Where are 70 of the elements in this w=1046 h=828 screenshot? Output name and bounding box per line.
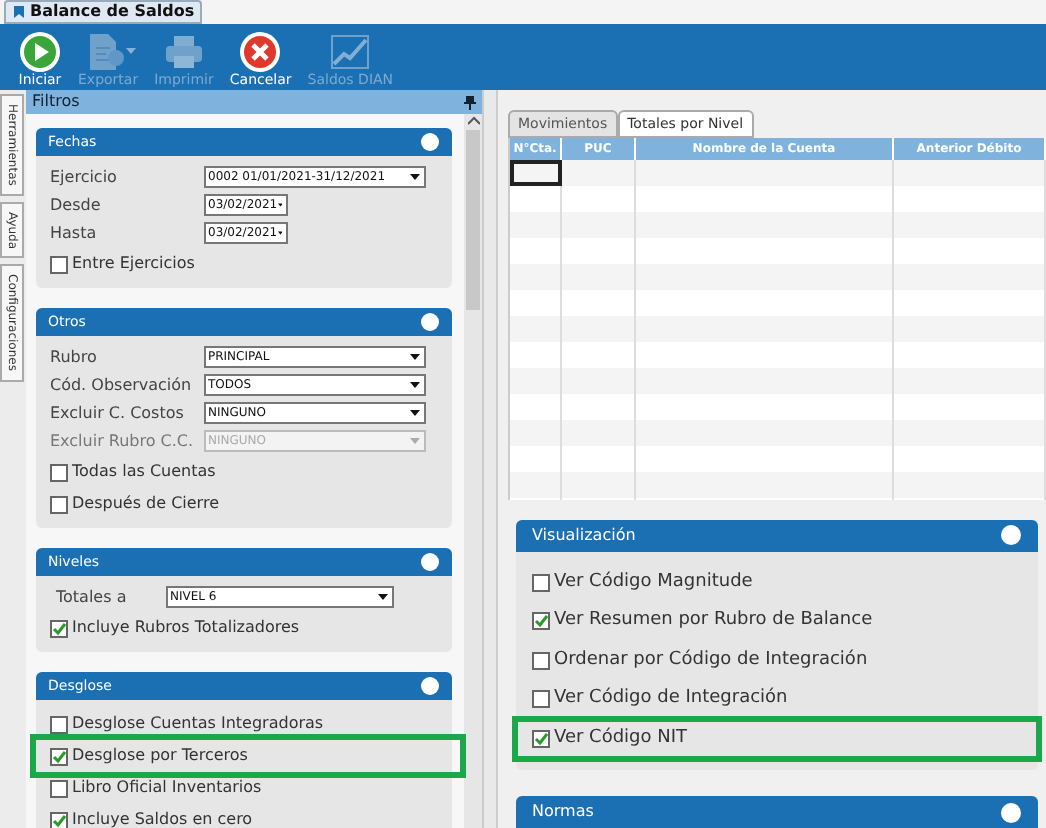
cancel-icon [238,30,283,74]
panel-title: Filtros [32,90,80,114]
bookmark-icon [12,4,26,20]
checkbox[interactable] [50,811,68,828]
field-label: Rubro [50,345,99,369]
checkbox-label: Libro Oficial Inventarios [72,776,262,800]
printer-icon [161,30,206,74]
caret-icon [378,594,388,600]
selected-cell[interactable] [510,160,562,187]
checkbox-label: Incluye Rubros Totalizadores [72,616,300,640]
field-label: Desde [50,193,103,217]
field-label: Totales a [54,585,129,609]
pin-icon[interactable] [464,95,476,109]
section-header[interactable]: Normas [516,796,1038,828]
checkbox-label: Desglose Cuentas Integradoras [72,712,324,736]
caret-icon [277,202,282,208]
checkbox[interactable] [532,729,550,748]
scrollbar[interactable] [464,114,482,828]
checkbox[interactable] [50,715,68,733]
check-icon [534,614,548,629]
checkbox-label: Ver Código de Integración [554,686,788,712]
checkbox[interactable] [532,573,550,592]
caret-icon [410,354,420,360]
collapse-icon [420,312,440,332]
field-label: Ejercicio [50,165,119,189]
checkbox[interactable] [50,779,68,797]
scrollbar-thumb[interactable] [466,130,480,310]
checkbox-label: Ver Resumen por Rubro de Balance [554,608,873,634]
field-label: Hasta [50,221,99,245]
caret-icon [410,382,420,388]
checkbox-label: Desglose por Terceros [72,744,248,768]
check-icon [52,813,66,827]
caret-icon [125,48,136,56]
field-label: Cód. Observación [50,373,194,397]
section-title: Visualización [532,523,636,547]
checkbox-label: Ver Código Magnitude [554,569,753,595]
chart-icon [328,30,373,74]
check-icon [52,621,66,635]
checkbox[interactable] [50,463,68,481]
checkbox[interactable] [532,651,550,670]
check-icon [534,731,548,746]
checkbox-label: Todas las Cuentas [72,460,216,484]
checkbox-label: Ver Código NIT [554,725,688,751]
section-title: Normas [532,800,594,824]
checkbox[interactable] [50,255,68,273]
checkbox[interactable] [50,747,68,765]
caret-icon [410,174,420,180]
field-label: Excluir Rubro C.C. [50,429,196,453]
checkbox[interactable] [50,619,68,637]
collapse-icon[interactable] [1000,801,1022,823]
collapse-icon [420,132,440,152]
scroll-up-icon[interactable] [467,116,479,126]
check-icon [52,749,66,763]
checkbox[interactable] [532,690,550,709]
checkbox-label: Ordenar por Código de Integración [554,647,868,673]
caret-icon [277,230,282,236]
collapse-icon[interactable] [1000,524,1022,546]
checkbox-label: Entre Ejercicios [72,252,195,276]
checkbox-label: Incluye Saldos en cero [72,808,253,828]
checkbox-label: Después de Cierre [72,492,219,516]
field-label: Excluir C. Costos [50,401,186,425]
caret-icon [410,438,420,444]
caret-icon [410,410,420,416]
document-tab[interactable]: Balance de Saldos [4,0,203,24]
checkbox[interactable] [532,612,550,631]
section-header[interactable]: Visualización [516,519,1038,551]
collapse-icon [420,676,440,696]
play-icon [18,30,62,74]
checkbox[interactable] [50,495,68,513]
collapse-icon [420,552,440,572]
